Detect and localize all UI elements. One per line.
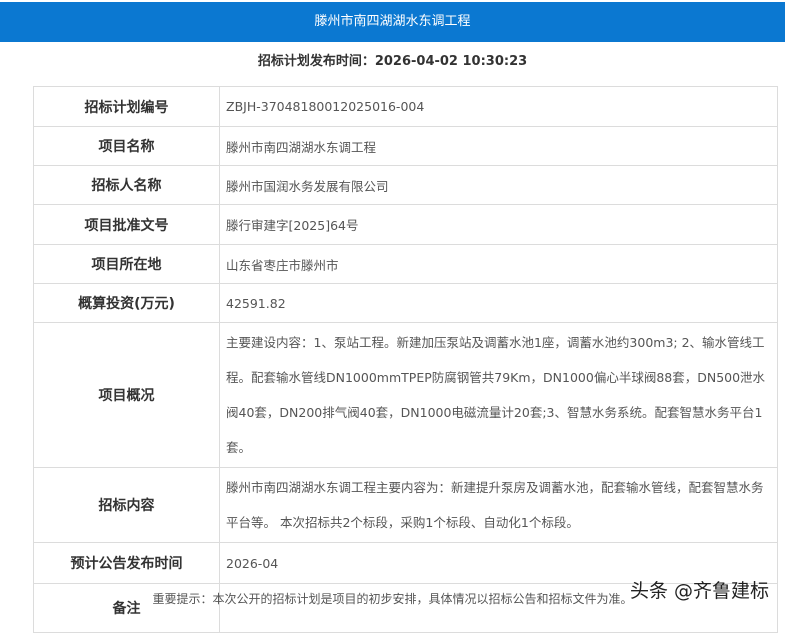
row-value: 滕州市南四湖湖水东调工程 — [219, 126, 778, 166]
row-value: ZBJH-37048180012025016-004 — [219, 86, 778, 127]
table-row: 项目名称 滕州市南四湖湖水东调工程 — [33, 126, 778, 166]
table-row: 招标人名称 滕州市国润水务发展有限公司 — [33, 165, 778, 205]
row-label: 项目概况 — [33, 322, 220, 468]
row-label: 项目批准文号 — [33, 204, 220, 245]
row-value: 主要建设内容：1、泵站工程。新建加压泵站及调蓄水池1座，调蓄水池约300m3; … — [219, 322, 778, 468]
watermark: 头条 @齐鲁建标 — [629, 580, 769, 602]
table-row: 招标计划编号 ZBJH-37048180012025016-004 — [33, 86, 778, 127]
table-row: 项目所在地 山东省枣庄市滕州市 — [33, 244, 778, 284]
table-row: 项目批准文号 滕行审建字[2025]64号 — [33, 204, 778, 245]
row-value: 山东省枣庄市滕州市 — [219, 244, 778, 284]
row-label: 招标内容 — [33, 467, 220, 543]
row-label: 预计公告发布时间 — [33, 542, 220, 584]
row-value: 滕行审建字[2025]64号 — [219, 204, 778, 245]
row-label: 招标计划编号 — [33, 86, 220, 127]
page-header: 滕州市南四湖湖水东调工程 — [0, 2, 785, 42]
row-value: 滕州市国润水务发展有限公司 — [219, 165, 778, 205]
table-row: 概算投资(万元) 42591.82 — [33, 283, 778, 323]
row-value: 滕州市南四湖湖水东调工程主要内容为：新建提升泵房及调蓄水池，配套输水管线，配套智… — [219, 467, 778, 543]
publish-time-label: 招标计划发布时间： — [257, 54, 375, 69]
publish-time: 招标计划发布时间：2026-04-02 10:30:23 — [0, 50, 785, 69]
row-value: 42591.82 — [219, 283, 778, 323]
row-label: 概算投资(万元) — [33, 283, 220, 323]
table-row: 招标内容 滕州市南四湖湖水东调工程主要内容为：新建提升泵房及调蓄水池，配套输水管线… — [33, 467, 778, 543]
row-label: 项目名称 — [33, 126, 220, 166]
tender-plan-table: 招标计划编号 ZBJH-37048180012025016-004 项目名称 滕州市… — [33, 86, 778, 633]
table-row: 项目概况 主要建设内容：1、泵站工程。新建加压泵站及调蓄水池1座，调蓄水池约300… — [33, 322, 778, 468]
publish-time-value: 2026-04-02 10:30:23 — [374, 54, 528, 69]
row-label: 招标人名称 — [33, 165, 220, 205]
row-label: 项目所在地 — [33, 244, 220, 284]
